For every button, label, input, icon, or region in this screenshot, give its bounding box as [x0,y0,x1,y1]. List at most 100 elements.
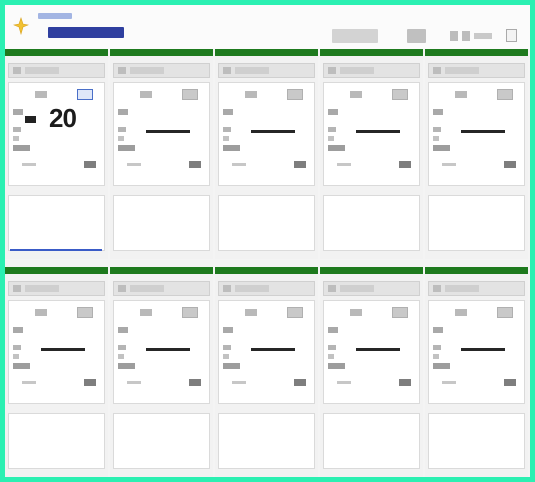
panel-title-bar[interactable] [8,63,105,78]
panel-footer-button[interactable] [399,161,411,168]
panel-row-label [223,354,229,359]
panel-row-label [433,354,439,359]
panel-9 [320,267,423,477]
panel-control-b[interactable] [497,307,513,318]
panel-preview-area[interactable] [218,413,315,469]
panel-value-line [461,130,505,133]
panel-row-label [328,363,345,369]
panel-control-b[interactable] [287,89,303,100]
filter-go-button[interactable] [407,29,426,43]
panel-preview-area[interactable] [113,195,210,251]
panel-row-label [13,127,21,132]
panel-value-line [356,348,400,351]
sparkle-logo-icon [12,17,30,36]
next-page-button[interactable] [462,31,470,41]
panel-menu-icon[interactable] [118,67,126,74]
panel-title [445,285,479,292]
panel-row-label [433,327,443,333]
panel-menu-icon[interactable] [118,285,126,292]
panel-row-label [13,363,30,369]
panel-menu-icon[interactable] [13,67,21,74]
panel-footer-button[interactable] [294,161,306,168]
panel-row-label [433,345,441,350]
panel-control-b[interactable] [287,307,303,318]
panel-preview-area[interactable] [8,413,105,469]
panel-title-bar[interactable] [428,281,525,296]
panel-row-label [223,145,240,151]
panel-title-bar[interactable] [218,63,315,78]
panel-control-a[interactable] [455,91,467,98]
panel-menu-icon[interactable] [328,67,336,74]
panel-row-label [433,109,443,115]
panel-control-a[interactable] [350,309,362,316]
panel-footer-text [232,163,246,166]
panel-control-a[interactable] [350,91,362,98]
panel-footer-button[interactable] [294,379,306,386]
brand-subtitle [38,13,72,19]
panel-menu-icon[interactable] [223,67,231,74]
panel-footer-button[interactable] [504,161,516,168]
panel-control-a[interactable] [140,309,152,316]
panel-footer-text [337,163,351,166]
panel-title-bar[interactable] [218,281,315,296]
panel-menu-icon[interactable] [433,67,441,74]
panel-row-label [118,109,128,115]
panel-control-a[interactable] [245,309,257,316]
panel-row-label [13,145,30,151]
panel-grid: 20 [5,49,530,477]
panel-card [218,300,315,404]
panel-menu-icon[interactable] [13,285,21,292]
panel-menu-icon[interactable] [433,285,441,292]
panel-title [25,285,59,292]
panel-status-bar [5,267,108,274]
panel-footer-text [22,163,36,166]
panel-title [340,285,374,292]
panel-value-line [251,130,295,133]
expand-icon[interactable] [506,29,517,42]
panel-preview-area[interactable] [428,195,525,251]
panel-control-b[interactable] [182,307,198,318]
app-header [5,5,530,49]
panel-row-label [118,363,135,369]
panel-title-bar[interactable] [323,63,420,78]
panel-control-b[interactable] [497,89,513,100]
panel-control-b[interactable] [392,89,408,100]
panel-control-a[interactable] [455,309,467,316]
panel-control-b[interactable] [77,89,93,100]
panel-row-label [328,127,336,132]
panel-footer-button[interactable] [84,161,96,168]
panel-control-a[interactable] [140,91,152,98]
panel-menu-icon[interactable] [328,285,336,292]
panel-control-a[interactable] [245,91,257,98]
panel-preview-area[interactable] [323,195,420,251]
panel-control-b[interactable] [392,307,408,318]
panel-8 [215,267,318,477]
panel-preview-area[interactable] [113,413,210,469]
panel-menu-icon[interactable] [223,285,231,292]
panel-control-b[interactable] [182,89,198,100]
panel-title [130,285,164,292]
panel-control-b[interactable] [77,307,93,318]
panel-preview-area[interactable] [323,413,420,469]
brand-title[interactable] [48,27,124,38]
panel-footer-button[interactable] [399,379,411,386]
panel-control-a[interactable] [35,309,47,316]
panel-title-bar[interactable] [113,63,210,78]
panel-title-bar[interactable] [428,63,525,78]
filter-select[interactable] [332,29,378,43]
panel-footer-button[interactable] [84,379,96,386]
panel-row-label [223,136,229,141]
prev-page-button[interactable] [450,31,458,41]
panel-footer-button[interactable] [189,379,201,386]
panel-preview-area[interactable] [218,195,315,251]
panel-control-a[interactable] [35,91,47,98]
panel-preview-area[interactable] [8,195,105,251]
panel-title-bar[interactable] [113,281,210,296]
panel-title-bar[interactable] [8,281,105,296]
panel-footer-button[interactable] [189,161,201,168]
panel-row-label [433,363,450,369]
panel-status-bar [320,49,423,56]
panel-footer-button[interactable] [504,379,516,386]
panel-preview-area[interactable] [428,413,525,469]
panel-title-bar[interactable] [323,281,420,296]
